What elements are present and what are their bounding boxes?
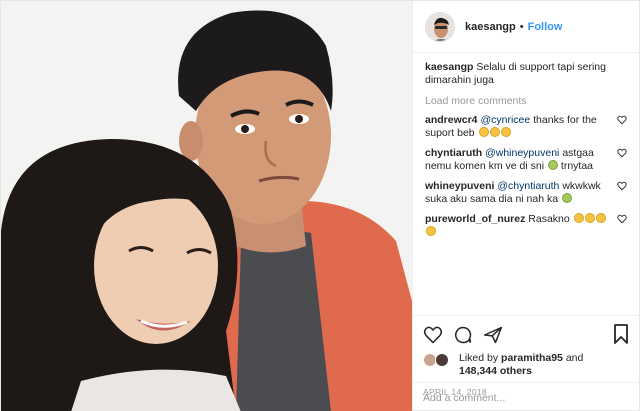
- comment-mention[interactable]: @whineypuveni: [485, 147, 559, 159]
- comment-icon[interactable]: [453, 325, 473, 345]
- laughing-emoji-icon: [478, 127, 489, 137]
- add-comment-bar: [413, 382, 639, 411]
- add-comment-input[interactable]: [423, 391, 629, 404]
- author-username[interactable]: kaesangp: [465, 21, 516, 33]
- comment-mention[interactable]: @chyntiaruth: [497, 180, 559, 192]
- comments-panel: kaesangp • Follow kaesangp Selalu di sup…: [412, 1, 639, 411]
- comment-username[interactable]: andrewcr4: [425, 114, 478, 126]
- likes-user[interactable]: paramitha95: [501, 352, 563, 364]
- likes-and: and: [565, 352, 584, 364]
- share-icon[interactable]: [483, 325, 503, 345]
- author-avatar[interactable]: [425, 11, 455, 42]
- laughing-emoji-icon: [500, 127, 511, 137]
- comment-item: whineypuveni @chyntiaruth wkwkwk suka ak…: [425, 180, 627, 206]
- instagram-post: kaesangp • Follow kaesangp Selalu di sup…: [0, 0, 640, 411]
- likes-count[interactable]: 148,344 others: [459, 365, 532, 377]
- action-icons: [423, 322, 629, 348]
- post-photo[interactable]: [1, 1, 412, 411]
- avatar: [435, 353, 449, 367]
- comment-like-heart-icon[interactable]: [617, 181, 627, 191]
- likes-text: Liked by paramitha95 and 148,344 others: [459, 352, 583, 378]
- header-separator: •: [519, 20, 524, 33]
- comment-item: pureworld_of_nurez Rasakno: [425, 213, 627, 239]
- comment-text-tail: trnytaa: [560, 160, 594, 172]
- nauseated-emoji-icon: [562, 193, 573, 203]
- comment-item: andrewcr4 @cynricee thanks for the supor…: [425, 114, 627, 140]
- comment-like-heart-icon[interactable]: [617, 214, 627, 224]
- comment-like-heart-icon[interactable]: [617, 148, 627, 158]
- likes-prefix: Liked by: [459, 352, 499, 364]
- comment-text: Rasakno: [528, 213, 570, 225]
- comment-mention[interactable]: @cynricee: [480, 114, 530, 126]
- comments-list: kaesangp Selalu di support tapi sering d…: [413, 53, 639, 315]
- caption: kaesangp Selalu di support tapi sering d…: [425, 61, 627, 87]
- emoji-icon: [573, 213, 584, 223]
- comment-username[interactable]: chyntiaruth: [425, 147, 482, 159]
- laughing-emoji-icon: [489, 127, 500, 137]
- comment-like-heart-icon[interactable]: [617, 115, 627, 125]
- liker-avatars[interactable]: [423, 352, 453, 368]
- photo-illustration: [1, 1, 412, 411]
- comment-username[interactable]: pureworld_of_nurez: [425, 213, 525, 225]
- caption-username[interactable]: kaesangp: [425, 61, 473, 73]
- emoji-icon: [584, 213, 595, 223]
- post-header: kaesangp • Follow: [413, 1, 639, 53]
- comment-item: chyntiaruth @whineypuveni astgaa nemu ko…: [425, 147, 627, 173]
- nauseated-emoji-icon: [547, 160, 558, 170]
- load-more-comments-button[interactable]: Load more comments: [425, 95, 627, 107]
- emoji-icon: [426, 226, 436, 236]
- likes-summary: Liked by paramitha95 and 148,344 others: [423, 352, 629, 378]
- emoji-icon: [595, 213, 606, 223]
- heart-icon[interactable]: [423, 325, 443, 345]
- follow-button[interactable]: Follow: [528, 21, 563, 33]
- comment-username[interactable]: whineypuveni: [425, 180, 494, 192]
- bookmark-icon[interactable]: [613, 324, 629, 344]
